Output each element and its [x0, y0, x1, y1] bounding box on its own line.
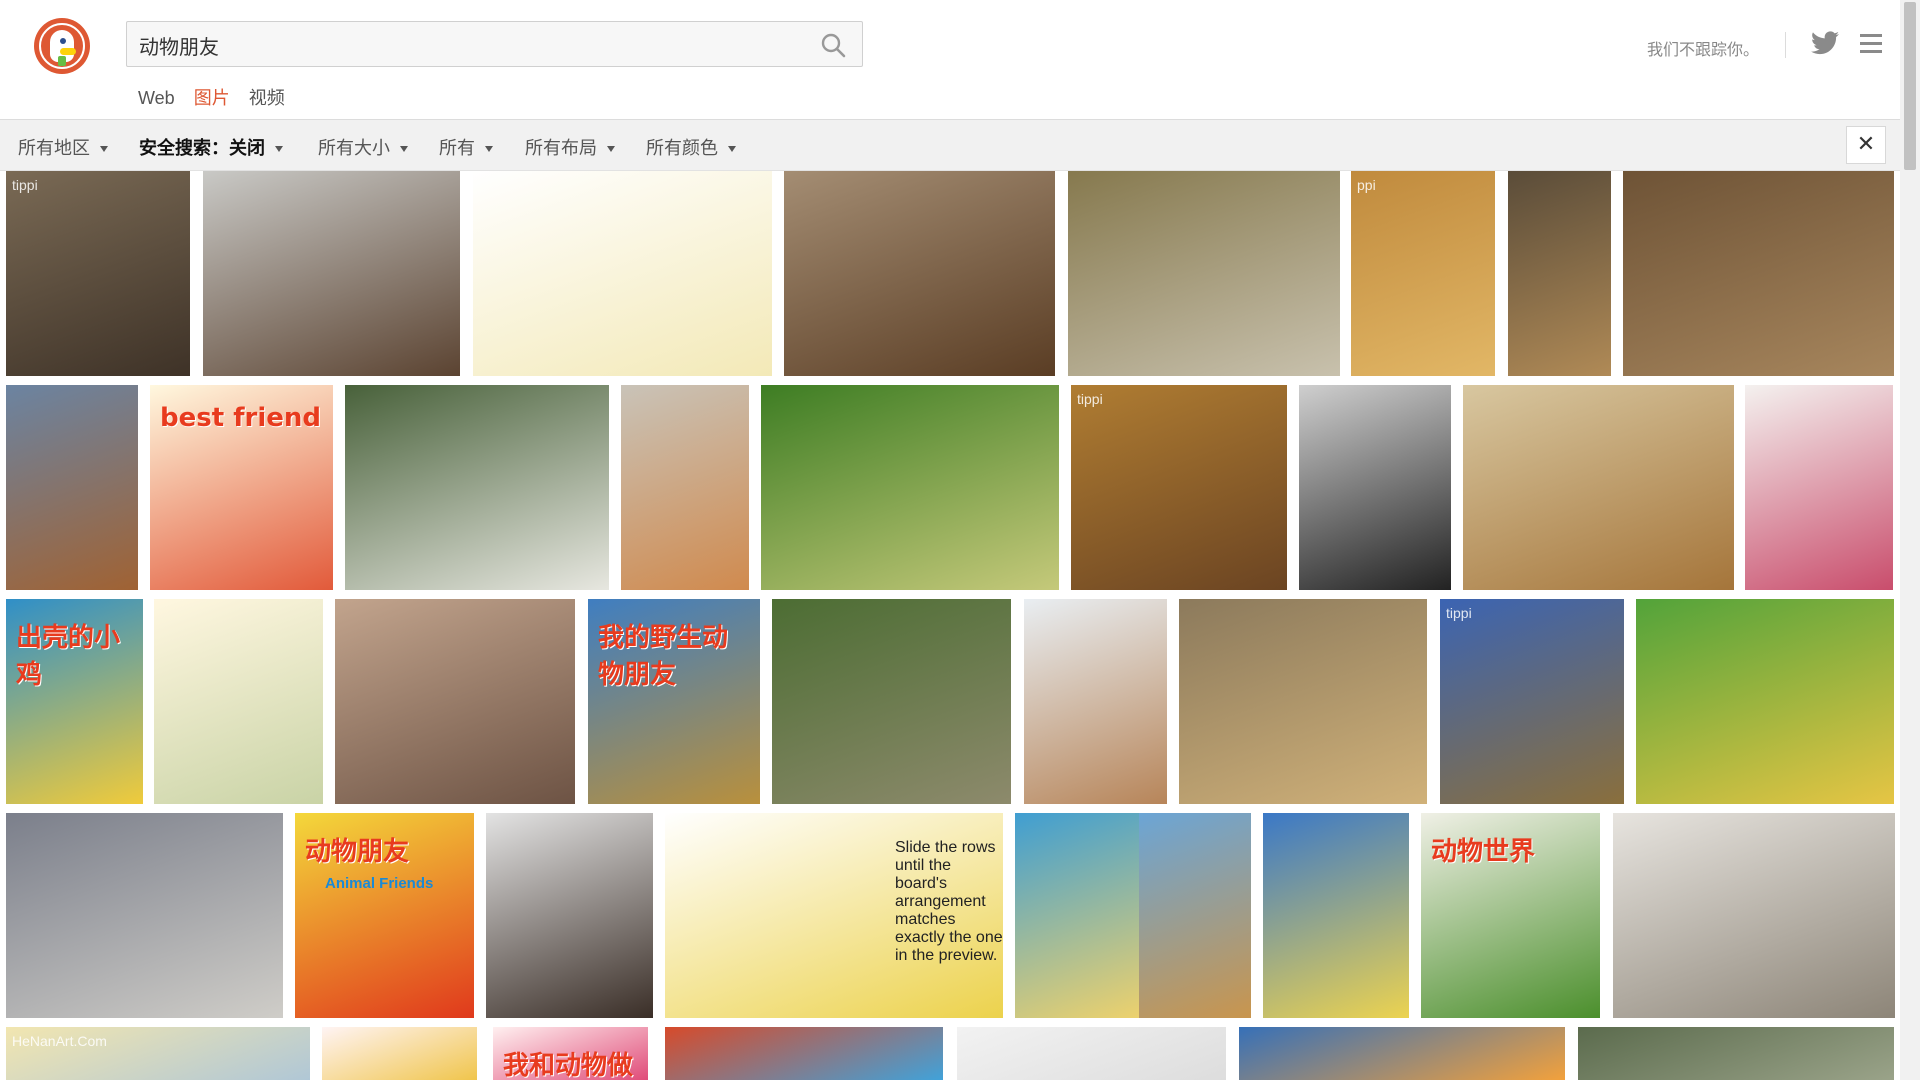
- image-result[interactable]: [1623, 171, 1894, 376]
- image-result[interactable]: Slide the rows until the board's arrange…: [665, 813, 1003, 1018]
- image-result[interactable]: [957, 1027, 1226, 1080]
- image-result[interactable]: ppi: [1351, 171, 1495, 376]
- image-result[interactable]: 出壳的小鸡: [6, 599, 143, 804]
- image-watermark: tippi: [1446, 605, 1472, 621]
- image-result[interactable]: [335, 599, 575, 804]
- logo-duck-tie: [58, 56, 66, 66]
- image-result[interactable]: [1068, 171, 1340, 376]
- image-result[interactable]: [761, 385, 1059, 590]
- image-result[interactable]: [784, 171, 1055, 376]
- image-caption: best friend: [160, 403, 322, 433]
- image-result[interactable]: [1263, 813, 1409, 1018]
- image-caption: 动物世界: [1431, 837, 1536, 867]
- chevron-down-icon: [607, 146, 615, 152]
- tab-videos[interactable]: 视频: [249, 84, 285, 110]
- image-result[interactable]: [154, 599, 323, 804]
- image-result[interactable]: [473, 171, 772, 376]
- scrollbar[interactable]: [1900, 0, 1920, 1080]
- filter-bar: 所有地区 安全搜索：关闭 所有大小 所有 所有布局 所有颜色: [0, 120, 1900, 171]
- image-caption: 出壳的小鸡: [16, 623, 121, 690]
- search-type-tabs: Web 图片 视频: [138, 84, 299, 110]
- image-caption: 我和动物做朋友: [503, 1051, 634, 1080]
- layout-filter[interactable]: 所有布局: [525, 134, 615, 160]
- image-result[interactable]: [1139, 813, 1251, 1018]
- image-watermark: tippi: [12, 177, 38, 193]
- divider: [1785, 32, 1786, 58]
- image-watermark: HeNanArt.Com: [12, 1033, 107, 1049]
- image-watermark: ppi: [1357, 177, 1376, 193]
- image-result[interactable]: tippi: [1440, 599, 1624, 804]
- image-result[interactable]: [665, 1027, 943, 1080]
- image-result[interactable]: [621, 385, 749, 590]
- twitter-icon[interactable]: [1811, 31, 1839, 55]
- image-watermark: tippi: [1077, 391, 1103, 407]
- color-filter[interactable]: 所有颜色: [646, 134, 736, 160]
- chevron-down-icon: [485, 146, 493, 152]
- image-result[interactable]: HeNanArt.Com: [6, 1027, 310, 1080]
- safe-search-filter[interactable]: 安全搜索：关闭: [139, 134, 283, 160]
- image-result[interactable]: 我和动物做朋友: [493, 1027, 648, 1080]
- logo-duck-beak: [60, 48, 76, 55]
- image-result[interactable]: tippi: [6, 171, 190, 376]
- image-subcaption: Animal Friends: [325, 875, 434, 892]
- image-result[interactable]: [345, 385, 609, 590]
- image-result[interactable]: [1578, 1027, 1894, 1080]
- type-filter[interactable]: 所有: [439, 134, 493, 160]
- image-result[interactable]: [486, 813, 653, 1018]
- image-result[interactable]: [1508, 171, 1611, 376]
- search-icon[interactable]: [820, 32, 846, 58]
- image-caption: 我的野生动物朋友: [598, 623, 729, 690]
- image-result[interactable]: 我的野生动物朋友: [588, 599, 760, 804]
- image-result[interactable]: [1299, 385, 1451, 590]
- image-result[interactable]: tippi: [1071, 385, 1287, 590]
- chevron-down-icon: [275, 146, 283, 152]
- image-result[interactable]: [772, 599, 1011, 804]
- header: Web 图片 视频 我们不跟踪你。: [0, 0, 1900, 120]
- tab-images[interactable]: 图片: [194, 84, 230, 110]
- scrollbar-thumb[interactable]: [1904, 2, 1916, 170]
- privacy-tagline[interactable]: 我们不跟踪你。: [1647, 36, 1759, 60]
- image-result[interactable]: [203, 171, 460, 376]
- chevron-down-icon: [728, 146, 736, 152]
- image-result[interactable]: best friend: [150, 385, 333, 590]
- image-result[interactable]: [1745, 385, 1893, 590]
- image-result[interactable]: [1239, 1027, 1565, 1080]
- image-result[interactable]: [1636, 599, 1894, 804]
- image-result[interactable]: [6, 813, 283, 1018]
- duckduckgo-logo[interactable]: [34, 18, 90, 74]
- image-result[interactable]: [1024, 599, 1167, 804]
- image-text: Slide the rows until the board's arrange…: [895, 839, 1003, 964]
- logo-duck-eye: [60, 38, 66, 44]
- image-result[interactable]: [6, 385, 138, 590]
- menu-icon[interactable]: [1860, 34, 1882, 54]
- image-result[interactable]: [1179, 599, 1427, 804]
- image-result[interactable]: [1613, 813, 1895, 1018]
- image-result[interactable]: [322, 1027, 477, 1080]
- search-input[interactable]: [137, 22, 781, 68]
- chevron-down-icon: [100, 146, 108, 152]
- tab-web[interactable]: Web: [138, 88, 175, 109]
- region-filter[interactable]: 所有地区: [18, 134, 108, 160]
- image-result[interactable]: 动物朋友 Animal Friends: [295, 813, 474, 1018]
- close-filters-button[interactable]: ✕: [1846, 126, 1886, 164]
- image-result[interactable]: 动物世界: [1421, 813, 1600, 1018]
- size-filter[interactable]: 所有大小: [318, 134, 408, 160]
- search-box[interactable]: [126, 21, 863, 68]
- chevron-down-icon: [400, 146, 408, 152]
- image-caption: 动物朋友: [305, 837, 410, 867]
- image-result[interactable]: [1463, 385, 1734, 590]
